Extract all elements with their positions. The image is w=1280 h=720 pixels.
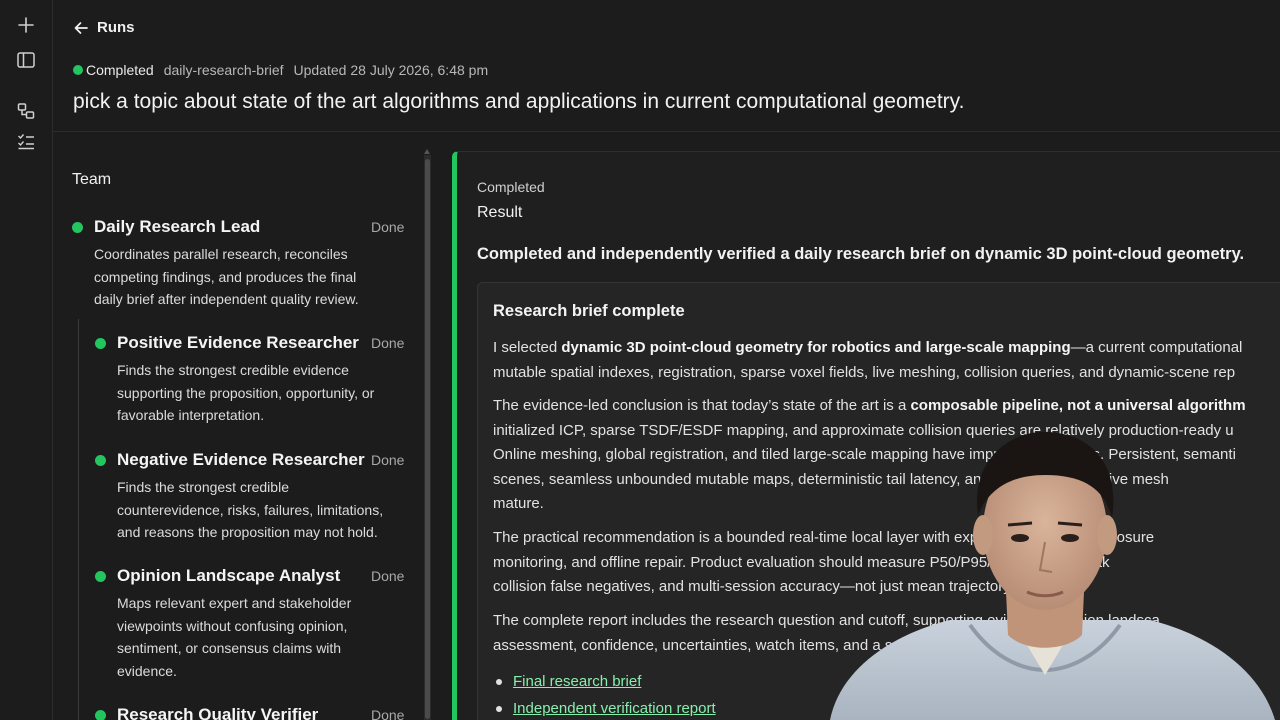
member-description: Maps relevant expert and stakeholder vie… [117, 595, 352, 679]
back-to-runs-link[interactable]: Runs [73, 19, 135, 36]
toggle-sidebar-button[interactable] [12, 46, 40, 74]
member-description: Finds the strongest credible counterevid… [117, 479, 384, 540]
new-run-button[interactable] [12, 11, 40, 39]
page-title: pick a topic about state of the art algo… [73, 90, 965, 113]
member-name: Daily Research Lead [94, 217, 261, 236]
member-description: Finds the strongest credible evidence su… [117, 362, 375, 423]
run-header: Runs Completed daily-research-brief Upda… [53, 0, 1280, 132]
list-item: Final research brief [493, 668, 716, 695]
team-scrollbar[interactable] [424, 149, 431, 720]
team-member-lead[interactable]: Daily Research Lead Done Coordinates par… [72, 217, 407, 317]
arrow-left-icon [74, 21, 88, 34]
result-status: Completed [477, 179, 545, 195]
workflows-button[interactable] [12, 97, 40, 125]
sidebar-icon [17, 52, 35, 68]
run-meta: Completed daily-research-brief Updated 2… [73, 62, 488, 78]
member-state: Done [371, 219, 405, 235]
status-dot [95, 455, 106, 466]
result-summary: Completed and independently verified a d… [477, 245, 1245, 263]
member-state: Done [371, 335, 405, 351]
team-panel: Team Daily Research Lead Done Coordinate… [53, 133, 423, 720]
updated-timestamp: Updated 28 July 2026, 6:48 pm [293, 62, 489, 78]
status-dot [95, 710, 106, 720]
list-item: Independent verification report [493, 695, 716, 720]
scrollbar-thumb[interactable] [425, 159, 430, 719]
team-heading: Team [72, 171, 112, 188]
presenter-video [830, 431, 1275, 720]
card-heading: Research brief complete [493, 302, 685, 320]
run-slug: daily-research-brief [163, 62, 284, 78]
left-rail [0, 0, 53, 720]
scroll-up-icon[interactable] [424, 149, 430, 154]
tasks-button[interactable] [12, 127, 40, 155]
status-badge: Completed [86, 62, 154, 78]
team-member-negative-researcher[interactable]: Negative Evidence Researcher Done Finds … [95, 450, 407, 550]
back-label: Runs [97, 19, 135, 36]
status-dot [73, 65, 83, 75]
verification-report-link[interactable]: Independent verification report [513, 700, 716, 717]
paragraph-topic: I selected dynamic 3D point-cloud geomet… [493, 339, 1243, 381]
workflow-icon [17, 103, 35, 119]
report-links: Final research brief Independent verific… [493, 668, 716, 720]
webcam-overlay [820, 420, 1280, 720]
subagent-connector [78, 319, 79, 720]
team-member-opinion-analyst[interactable]: Opinion Landscape Analyst Done Maps rele… [95, 566, 407, 686]
plus-icon [18, 17, 34, 33]
result-title: Result [477, 204, 523, 221]
checklist-icon [18, 134, 34, 150]
member-state: Done [371, 568, 405, 584]
member-name: Negative Evidence Researcher [117, 450, 365, 469]
team-member-positive-researcher[interactable]: Positive Evidence Researcher Done Finds … [95, 333, 407, 433]
member-state: Done [371, 707, 405, 720]
status-dot [95, 338, 106, 349]
member-name: Research Quality Verifier [117, 705, 319, 720]
member-name: Positive Evidence Researcher [117, 333, 359, 352]
team-member-quality-verifier[interactable]: Research Quality Verifier Done [95, 705, 407, 720]
member-name: Opinion Landscape Analyst [117, 566, 341, 585]
member-state: Done [371, 452, 405, 468]
status-dot [72, 222, 83, 233]
final-brief-link[interactable]: Final research brief [513, 673, 641, 690]
status-dot [95, 571, 106, 582]
member-description: Coordinates parallel research, reconcile… [94, 246, 359, 307]
